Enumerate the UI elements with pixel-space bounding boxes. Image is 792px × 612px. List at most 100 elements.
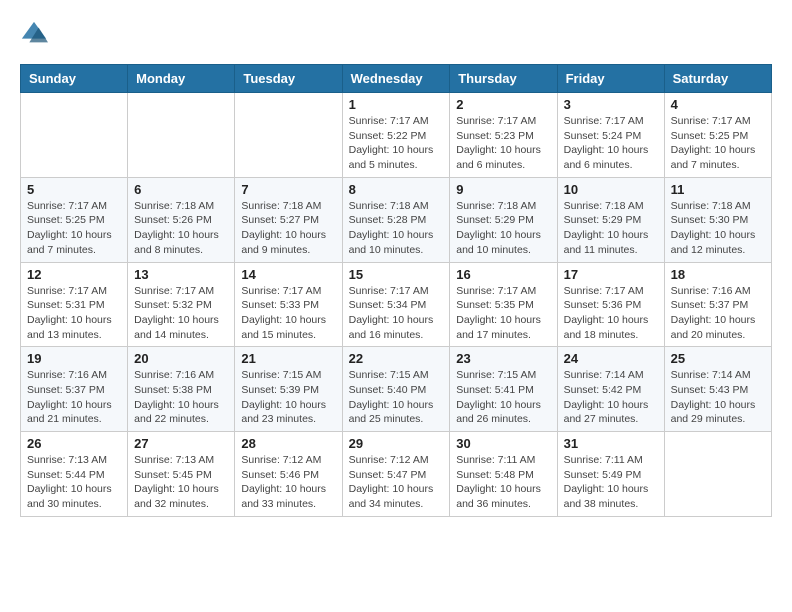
day-info: Sunrise: 7:16 AM Sunset: 5:38 PM Dayligh…: [134, 368, 228, 427]
day-cell: 6 Sunrise: 7:18 AM Sunset: 5:26 PM Daylig…: [128, 177, 235, 262]
day-cell: 5 Sunrise: 7:17 AM Sunset: 5:25 PM Daylig…: [21, 177, 128, 262]
day-number: 21: [241, 351, 335, 366]
logo: [20, 20, 52, 48]
day-info: Sunrise: 7:16 AM Sunset: 5:37 PM Dayligh…: [671, 284, 765, 343]
weekday-header-sunday: Sunday: [21, 65, 128, 93]
day-cell: [235, 93, 342, 178]
day-info: Sunrise: 7:17 AM Sunset: 5:32 PM Dayligh…: [134, 284, 228, 343]
day-cell: 12 Sunrise: 7:17 AM Sunset: 5:31 PM Dayli…: [21, 262, 128, 347]
day-info: Sunrise: 7:17 AM Sunset: 5:24 PM Dayligh…: [564, 114, 658, 173]
day-cell: 16 Sunrise: 7:17 AM Sunset: 5:35 PM Dayli…: [450, 262, 557, 347]
day-cell: 31 Sunrise: 7:11 AM Sunset: 5:49 PM Dayli…: [557, 432, 664, 517]
day-cell: 20 Sunrise: 7:16 AM Sunset: 5:38 PM Dayli…: [128, 347, 235, 432]
weekday-header-friday: Friday: [557, 65, 664, 93]
day-cell: 11 Sunrise: 7:18 AM Sunset: 5:30 PM Dayli…: [664, 177, 771, 262]
day-info: Sunrise: 7:18 AM Sunset: 5:29 PM Dayligh…: [564, 199, 658, 258]
day-number: 19: [27, 351, 121, 366]
day-number: 30: [456, 436, 550, 451]
day-cell: 2Sunrise: 7:17 AM Sunset: 5:23 PM Daylig…: [450, 93, 557, 178]
day-cell: [128, 93, 235, 178]
day-cell: 13 Sunrise: 7:17 AM Sunset: 5:32 PM Dayli…: [128, 262, 235, 347]
day-info: Sunrise: 7:11 AM Sunset: 5:49 PM Dayligh…: [564, 453, 658, 512]
day-info: Sunrise: 7:18 AM Sunset: 5:27 PM Dayligh…: [241, 199, 335, 258]
day-cell: 3 Sunrise: 7:17 AM Sunset: 5:24 PM Daylig…: [557, 93, 664, 178]
day-cell: 27Sunrise: 7:13 AM Sunset: 5:45 PM Dayli…: [128, 432, 235, 517]
day-info: Sunrise: 7:17 AM Sunset: 5:25 PM Dayligh…: [671, 114, 765, 173]
day-info: Sunrise: 7:15 AM Sunset: 5:39 PM Dayligh…: [241, 368, 335, 427]
week-row-3: 12 Sunrise: 7:17 AM Sunset: 5:31 PM Dayli…: [21, 262, 772, 347]
day-number: 13: [134, 267, 228, 282]
day-info: Sunrise: 7:13 AM Sunset: 5:45 PM Dayligh…: [134, 453, 228, 512]
weekday-header-thursday: Thursday: [450, 65, 557, 93]
day-number: 9: [456, 182, 550, 197]
day-cell: 15Sunrise: 7:17 AM Sunset: 5:34 PM Dayli…: [342, 262, 450, 347]
day-cell: 17Sunrise: 7:17 AM Sunset: 5:36 PM Dayli…: [557, 262, 664, 347]
day-cell: 30 Sunrise: 7:11 AM Sunset: 5:48 PM Dayli…: [450, 432, 557, 517]
day-info: Sunrise: 7:17 AM Sunset: 5:35 PM Dayligh…: [456, 284, 550, 343]
day-number: 26: [27, 436, 121, 451]
day-number: 24: [564, 351, 658, 366]
day-cell: 8Sunrise: 7:18 AM Sunset: 5:28 PM Daylig…: [342, 177, 450, 262]
day-cell: 10Sunrise: 7:18 AM Sunset: 5:29 PM Dayli…: [557, 177, 664, 262]
day-cell: 29 Sunrise: 7:12 AM Sunset: 5:47 PM Dayli…: [342, 432, 450, 517]
day-info: Sunrise: 7:18 AM Sunset: 5:30 PM Dayligh…: [671, 199, 765, 258]
day-cell: 25 Sunrise: 7:14 AM Sunset: 5:43 PM Dayli…: [664, 347, 771, 432]
day-number: 11: [671, 182, 765, 197]
weekday-header-monday: Monday: [128, 65, 235, 93]
day-cell: 28Sunrise: 7:12 AM Sunset: 5:46 PM Dayli…: [235, 432, 342, 517]
day-info: Sunrise: 7:11 AM Sunset: 5:48 PM Dayligh…: [456, 453, 550, 512]
day-number: 20: [134, 351, 228, 366]
day-number: 2: [456, 97, 550, 112]
day-cell: 24 Sunrise: 7:14 AM Sunset: 5:42 PM Dayli…: [557, 347, 664, 432]
day-number: 1: [349, 97, 444, 112]
day-info: Sunrise: 7:17 AM Sunset: 5:36 PM Dayligh…: [564, 284, 658, 343]
weekday-header-wednesday: Wednesday: [342, 65, 450, 93]
calendar: SundayMondayTuesdayWednesdayThursdayFrid…: [20, 64, 772, 517]
day-cell: 7 Sunrise: 7:18 AM Sunset: 5:27 PM Daylig…: [235, 177, 342, 262]
day-number: 6: [134, 182, 228, 197]
day-info: Sunrise: 7:12 AM Sunset: 5:47 PM Dayligh…: [349, 453, 444, 512]
day-number: 3: [564, 97, 658, 112]
day-number: 7: [241, 182, 335, 197]
day-number: 16: [456, 267, 550, 282]
page-header: [20, 20, 772, 48]
day-info: Sunrise: 7:18 AM Sunset: 5:28 PM Dayligh…: [349, 199, 444, 258]
day-cell: [664, 432, 771, 517]
day-cell: 23Sunrise: 7:15 AM Sunset: 5:41 PM Dayli…: [450, 347, 557, 432]
day-number: 31: [564, 436, 658, 451]
day-number: 15: [349, 267, 444, 282]
day-info: Sunrise: 7:18 AM Sunset: 5:26 PM Dayligh…: [134, 199, 228, 258]
day-info: Sunrise: 7:14 AM Sunset: 5:42 PM Dayligh…: [564, 368, 658, 427]
day-info: Sunrise: 7:17 AM Sunset: 5:25 PM Dayligh…: [27, 199, 121, 258]
day-cell: 9 Sunrise: 7:18 AM Sunset: 5:29 PM Daylig…: [450, 177, 557, 262]
day-number: 12: [27, 267, 121, 282]
day-number: 29: [349, 436, 444, 451]
day-info: Sunrise: 7:15 AM Sunset: 5:41 PM Dayligh…: [456, 368, 550, 427]
day-cell: 14Sunrise: 7:17 AM Sunset: 5:33 PM Dayli…: [235, 262, 342, 347]
day-cell: 21 Sunrise: 7:15 AM Sunset: 5:39 PM Dayli…: [235, 347, 342, 432]
day-info: Sunrise: 7:13 AM Sunset: 5:44 PM Dayligh…: [27, 453, 121, 512]
day-info: Sunrise: 7:17 AM Sunset: 5:22 PM Dayligh…: [349, 114, 444, 173]
day-cell: 4 Sunrise: 7:17 AM Sunset: 5:25 PM Daylig…: [664, 93, 771, 178]
day-info: Sunrise: 7:17 AM Sunset: 5:31 PM Dayligh…: [27, 284, 121, 343]
day-info: Sunrise: 7:15 AM Sunset: 5:40 PM Dayligh…: [349, 368, 444, 427]
day-cell: 19Sunrise: 7:16 AM Sunset: 5:37 PM Dayli…: [21, 347, 128, 432]
day-info: Sunrise: 7:18 AM Sunset: 5:29 PM Dayligh…: [456, 199, 550, 258]
day-cell: [21, 93, 128, 178]
week-row-1: 1 Sunrise: 7:17 AM Sunset: 5:22 PM Daylig…: [21, 93, 772, 178]
day-number: 28: [241, 436, 335, 451]
week-row-4: 19Sunrise: 7:16 AM Sunset: 5:37 PM Dayli…: [21, 347, 772, 432]
day-info: Sunrise: 7:14 AM Sunset: 5:43 PM Dayligh…: [671, 368, 765, 427]
weekday-header-row: SundayMondayTuesdayWednesdayThursdayFrid…: [21, 65, 772, 93]
day-number: 25: [671, 351, 765, 366]
day-number: 4: [671, 97, 765, 112]
day-number: 5: [27, 182, 121, 197]
weekday-header-saturday: Saturday: [664, 65, 771, 93]
day-cell: 26 Sunrise: 7:13 AM Sunset: 5:44 PM Dayli…: [21, 432, 128, 517]
day-info: Sunrise: 7:17 AM Sunset: 5:33 PM Dayligh…: [241, 284, 335, 343]
weekday-header-tuesday: Tuesday: [235, 65, 342, 93]
day-cell: 1 Sunrise: 7:17 AM Sunset: 5:22 PM Daylig…: [342, 93, 450, 178]
logo-icon: [20, 20, 48, 48]
day-number: 18: [671, 267, 765, 282]
week-row-2: 5 Sunrise: 7:17 AM Sunset: 5:25 PM Daylig…: [21, 177, 772, 262]
